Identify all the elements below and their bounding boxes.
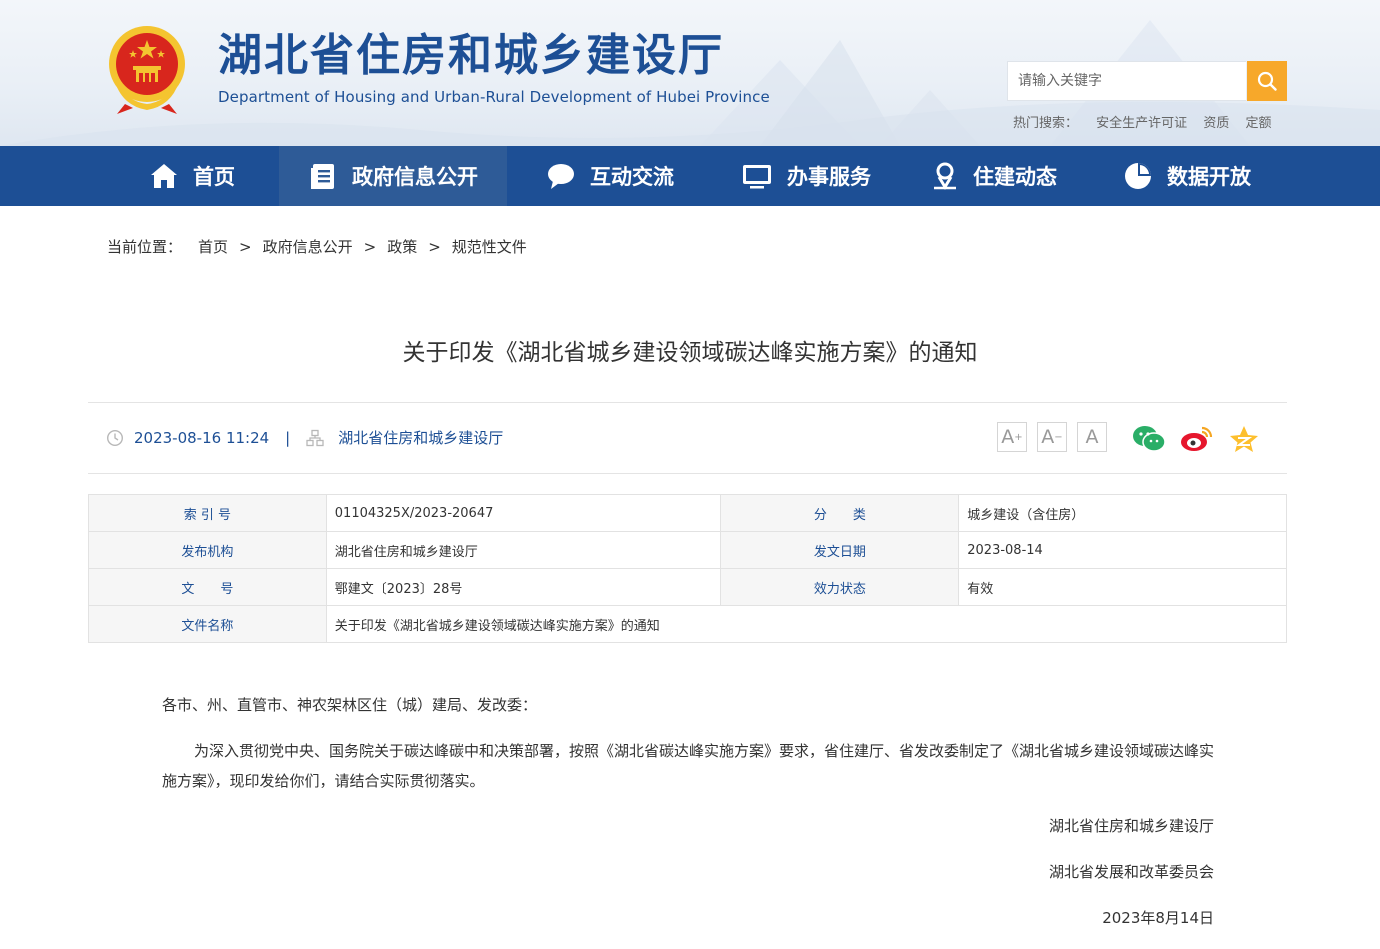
article-body: 各市、州、直管市、神农架林区住（城）建局、发改委： 为深入贯彻党中央、国务院关于… (162, 690, 1214, 949)
info-value: 01104325X/2023-20647 (325, 494, 722, 532)
breadcrumb-item[interactable]: 政策 (387, 238, 417, 256)
breadcrumb: 当前位置： 首页 > 政府信息公开 > 政策 > 规范性文件 (107, 236, 527, 257)
nav-item-interaction[interactable]: 互动交流 (507, 146, 713, 206)
chat-bubble-icon (548, 164, 574, 189)
info-key: 发布机构 (88, 531, 327, 569)
breadcrumb-item[interactable]: 规范性文件 (452, 238, 527, 256)
meta-divider: | (285, 428, 291, 447)
font-size-large-label: A (1001, 426, 1015, 448)
info-value: 2023-08-14 (958, 531, 1287, 569)
hot-search: 热门搜索： 安全生产许可证 资质 定额 (1013, 112, 1283, 131)
hot-search-item[interactable]: 安全生产许可证 (1096, 116, 1187, 131)
table-row: 发布机构 湖北省住房和城乡建设厅 发文日期 2023-08-14 (88, 531, 1287, 569)
breadcrumb-separator: > (428, 238, 441, 256)
signature-date: 2023年8月14日 (1102, 909, 1214, 927)
signer: 湖北省住房和城乡建设厅 (1048, 817, 1214, 835)
table-row: 索 引 号 01104325X/2023-20647 分 类 城乡建设（含住房） (88, 494, 1287, 532)
hot-search-item[interactable]: 定额 (1245, 116, 1271, 131)
main-nav: 首页 政府信息公开 互动交流 办事服务 住建动态 数据开放 (0, 146, 1380, 206)
font-size-reset-label: A (1085, 426, 1099, 448)
table-row: 文件名称 关于印发《湖北省城乡建设领域碳达峰实施方案》的通知 (88, 605, 1288, 643)
salutation: 各市、州、直管市、神农架林区住（城）建局、发改委： (162, 696, 538, 714)
info-value: 有效 (958, 568, 1287, 606)
national-emblem-logo[interactable] (103, 20, 191, 116)
nav-label: 首页 (193, 165, 235, 189)
person-pin-icon (934, 162, 956, 190)
nav-label: 住建动态 (973, 165, 1057, 189)
font-size-large-button[interactable]: A + (997, 422, 1027, 452)
search-icon (1257, 71, 1277, 91)
article-source: 湖北省住房和城乡建设厅 (338, 429, 504, 447)
nav-item-open-data[interactable]: 数据开放 (1089, 146, 1285, 206)
info-key: 文 号 (88, 568, 327, 606)
nav-label: 互动交流 (590, 165, 674, 189)
info-key: 文件名称 (88, 605, 327, 643)
article-meta-bar: 2023-08-16 11:24 | 湖北省住房和城乡建设厅 A + A − A (88, 402, 1287, 474)
nav-item-gov-info[interactable]: 政府信息公开 (279, 146, 507, 206)
info-value: 关于印发《湖北省城乡建设领域碳达峰实施方案》的通知 (325, 605, 1288, 643)
info-key: 索 引 号 (88, 494, 327, 532)
info-key: 效力状态 (720, 568, 960, 606)
site-title[interactable]: 湖北省住房和城乡建设厅 (218, 26, 724, 86)
nav-label: 办事服务 (787, 165, 871, 189)
breadcrumb-separator: > (239, 238, 252, 256)
signer: 湖北省发展和改革委员会 (1048, 863, 1214, 881)
nav-item-home[interactable]: 首页 (105, 146, 279, 206)
organization-icon (306, 429, 324, 446)
nav-item-news[interactable]: 住建动态 (899, 146, 1089, 206)
site-subtitle: Department of Housing and Urban-Rural De… (218, 88, 770, 106)
site-header: 湖北省住房和城乡建设厅 Department of Housing and Ur… (0, 0, 1380, 146)
weibo-icon[interactable] (1180, 425, 1214, 453)
body-paragraph: 为深入贯彻党中央、国务院关于碳达峰碳中和决策部署，按照《湖北省碳达峰实施方案》要… (162, 742, 1215, 790)
article-meta: 2023-08-16 11:24 | 湖北省住房和城乡建设厅 (106, 427, 503, 448)
wechat-icon[interactable] (1132, 425, 1166, 453)
monitor-icon (743, 165, 771, 189)
font-size-small-label: A (1041, 426, 1055, 448)
nav-item-services[interactable]: 办事服务 (713, 146, 899, 206)
document-info-table: 索 引 号 01104325X/2023-20647 分 类 城乡建设（含住房）… (88, 494, 1288, 643)
breadcrumb-item[interactable]: 政府信息公开 (263, 238, 353, 256)
search-box (1007, 61, 1287, 101)
info-key: 分 类 (720, 494, 960, 532)
info-value: 城乡建设（含住房） (958, 494, 1287, 532)
qzone-icon[interactable] (1229, 425, 1259, 453)
nav-label: 数据开放 (1167, 165, 1251, 189)
breadcrumb-item[interactable]: 首页 (198, 238, 228, 256)
info-value: 鄂建文〔2023〕28号 (325, 568, 722, 606)
search-button[interactable] (1247, 61, 1287, 101)
pie-chart-icon (1125, 163, 1151, 189)
search-input[interactable] (1007, 61, 1246, 101)
breadcrumb-label: 当前位置： (107, 238, 183, 256)
table-row: 文 号 鄂建文〔2023〕28号 效力状态 有效 (88, 568, 1287, 606)
publish-datetime: 2023-08-16 11:24 (134, 428, 270, 447)
hot-search-label: 热门搜索： (1013, 116, 1079, 131)
hot-search-item[interactable]: 资质 (1203, 116, 1229, 131)
document-list-icon (311, 164, 334, 189)
nav-label: 政府信息公开 (352, 165, 478, 189)
font-size-reset-button[interactable]: A (1077, 422, 1107, 452)
info-value: 湖北省住房和城乡建设厅 (325, 531, 722, 569)
info-key: 发文日期 (720, 531, 960, 569)
clock-icon (106, 429, 124, 446)
signature-block: 湖北省住房和城乡建设厅 湖北省发展和改革委员会 2023年8月14日 (162, 811, 1214, 933)
home-icon (151, 164, 177, 188)
breadcrumb-separator: > (363, 238, 377, 256)
article-title: 关于印发《湖北省城乡建设领域碳达峰实施方案》的通知 (402, 340, 978, 366)
font-size-small-button[interactable]: A − (1037, 422, 1067, 452)
